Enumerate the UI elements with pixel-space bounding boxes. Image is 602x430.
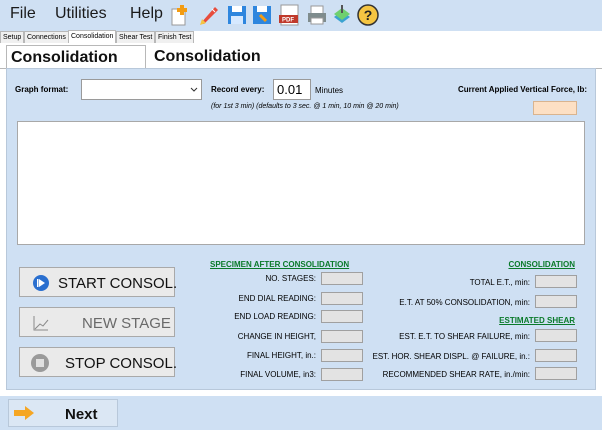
start-consol-label: START CONSOL. [58,275,178,292]
next-label: Next [65,406,98,423]
est-et-shear-field [535,329,577,342]
pdf-icon-text: PDF [282,18,294,24]
total-et-field [535,275,577,288]
pdf-icon[interactable]: PDF [278,3,302,27]
menu-utilities[interactable]: Utilities [55,5,107,23]
help-icon[interactable]: ? [356,3,380,27]
arrow-right-icon [14,406,34,420]
graph-format-label: Graph format: [15,85,69,94]
estimated-shear-header: ESTIMATED SHEAR [499,316,575,325]
end-load-reading-field [321,310,363,323]
total-et-label: TOTAL E.T., min: [469,278,530,287]
start-consol-button[interactable]: START CONSOL. [19,267,178,297]
tab-shear-test[interactable]: Shear Test [116,31,156,43]
chevron-down-icon [190,87,198,92]
consolidation-panel: Graph format: Record every: 0.01 Minutes… [6,68,596,390]
record-every-input[interactable]: 0.01 [273,79,311,100]
subtab-strip: Consolidation Test Consolidation Graph [0,44,602,89]
change-in-height-field [321,330,363,343]
add-icon[interactable] [168,3,192,27]
et-50-field [535,295,577,308]
tab-consolidation[interactable]: Consolidation [68,30,117,43]
subtab-consolidation-test[interactable]: Consolidation Test [6,45,146,89]
new-stage-button[interactable]: NEW STAGE [19,307,175,337]
end-load-reading-label: END LOAD READING: [234,312,316,321]
est-et-shear-label: EST. E.T. TO SHEAR FAILURE, min: [399,332,530,341]
final-volume-label: FINAL VOLUME, in3: [240,370,316,379]
change-in-height-label: CHANGE IN HEIGHT, [237,332,316,341]
stop-consol-label: STOP CONSOL. [65,355,177,372]
record-every-value: 0.01 [277,82,303,97]
subtab-consolidation-graph[interactable]: Consolidation Graph [150,45,300,88]
specimen-header: SPECIMEN AFTER CONSOLIDATION [210,260,350,269]
graph-area [17,121,585,245]
menu-file[interactable]: File [10,5,36,23]
end-dial-reading-label: END DIAL READING: [238,294,317,303]
end-dial-reading-field [321,292,363,305]
play-icon [33,275,49,291]
record-every-label: Record every: [211,85,265,94]
et-50-label: E.T. AT 50% CONSOLIDATION, min: [399,298,530,307]
final-volume-field [321,368,363,381]
current-force-label: Current Applied Vertical Force, lb: [457,85,587,94]
stop-consol-button[interactable]: STOP CONSOL. [19,347,177,377]
print-icon[interactable] [305,3,329,27]
tab-setup[interactable]: Setup [0,31,25,43]
menu-help[interactable]: Help [130,5,163,23]
tab-connections[interactable]: Connections [24,31,69,43]
stop-icon [31,354,49,372]
current-force-field [533,101,577,115]
rec-shear-rate-field [535,367,577,380]
next-button[interactable]: Next [8,399,118,427]
save-icon[interactable] [225,3,249,27]
no-stages-label: NO. STAGES: [265,274,316,283]
final-height-label: FINAL HEIGHT, in.: [246,351,316,360]
chart-icon [33,316,49,331]
record-note: (for 1st 3 min) (defaults to 3 sec. @ 1 … [211,103,399,110]
menubar: File Utilities Help PDF ? [0,0,602,31]
edit-icon[interactable] [197,3,221,27]
footer-bar: Next [0,396,602,430]
rec-shear-rate-label: RECOMMENDED SHEAR RATE, in./min: [382,370,530,379]
est-hor-displ-field [535,349,577,362]
tab-strip: Setup Connections Consolidation Shear Te… [0,30,602,44]
graph-format-select[interactable] [81,79,202,100]
save-as-icon[interactable] [250,3,274,27]
record-every-unit: Minutes [315,86,344,95]
no-stages-field [321,272,363,285]
help-icon-text: ? [364,7,373,23]
est-hor-displ-label: EST. HOR. SHEAR DISPL. @ FAILURE, in.: [372,352,531,361]
export-icon[interactable] [330,3,354,27]
final-height-field [321,349,363,362]
consolidation-header: CONSOLIDATION [508,260,575,269]
tab-finish-test[interactable]: Finish Test [155,31,195,43]
new-stage-label: NEW STAGE [82,315,171,332]
